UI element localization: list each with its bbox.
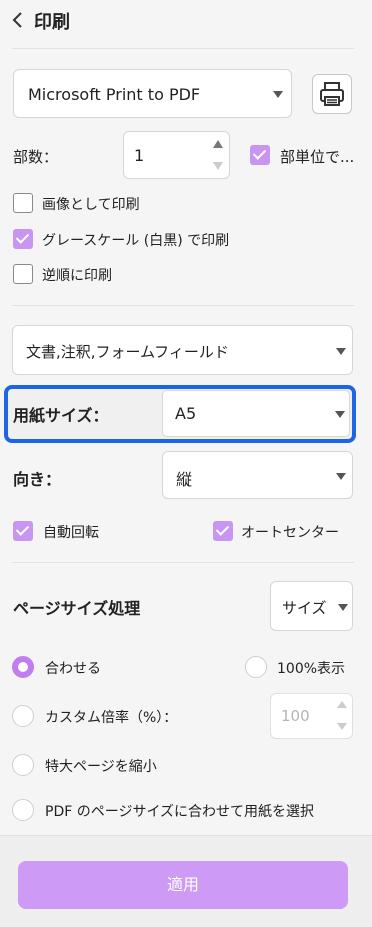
copies-stepper[interactable]: 1 xyxy=(123,131,230,179)
apply-button-label: 適用 xyxy=(166,875,199,894)
collate-checkbox[interactable] xyxy=(250,145,270,165)
collate-label: 部単位で... xyxy=(280,148,355,166)
printer-select-value: Microsoft Print to PDF xyxy=(28,85,201,104)
copies-label: 部数： xyxy=(13,148,59,166)
choose-paper-by-pdf-label: PDF のページサイズに合わせて用紙を選択 xyxy=(45,804,315,820)
shrink-oversized-radio[interactable] xyxy=(12,754,34,776)
page-sizing-title: ページサイズ処理 xyxy=(13,599,141,618)
custom-scale-input[interactable]: 100 xyxy=(270,693,353,739)
stepper-down-icon[interactable] xyxy=(337,723,347,730)
print-as-image-label: 画像として印刷 xyxy=(42,197,140,213)
chevron-left-icon xyxy=(12,12,22,28)
grayscale-label: グレースケール (白黒) で印刷 xyxy=(42,233,230,249)
paper-size-select[interactable]: A5 xyxy=(162,390,350,437)
content-select[interactable]: 文書,注釈,フォームフィールド xyxy=(12,325,353,375)
printer-properties-button[interactable] xyxy=(312,74,352,114)
orientation-label: 向き： xyxy=(13,470,62,489)
apply-button[interactable]: 適用 xyxy=(18,861,348,909)
print-as-image-checkbox[interactable] xyxy=(13,193,33,213)
fit-radio[interactable] xyxy=(12,656,34,678)
actual-size-radio[interactable] xyxy=(245,656,267,678)
custom-scale-placeholder: 100 xyxy=(281,707,310,725)
stepper-up-icon[interactable] xyxy=(337,701,347,708)
printer-select[interactable]: Microsoft Print to PDF xyxy=(13,69,292,118)
page-sizing-mode-value: サイズ xyxy=(282,599,327,617)
divider xyxy=(12,562,354,563)
actual-size-label: 100%表示 xyxy=(277,661,346,677)
chevron-down-icon xyxy=(273,91,283,98)
custom-scale-label: カスタム倍率（%）： xyxy=(45,710,178,726)
back-button[interactable] xyxy=(8,10,28,30)
stepper-down-icon[interactable] xyxy=(213,162,223,170)
auto-center-checkbox[interactable] xyxy=(213,521,233,541)
reverse-order-label: 逆順に印刷 xyxy=(42,268,112,284)
chevron-down-icon xyxy=(336,473,346,480)
paper-size-value: A5 xyxy=(175,404,197,423)
orientation-value: 縦 xyxy=(176,470,193,489)
stepper-up-icon[interactable] xyxy=(213,140,223,148)
fit-label: 合わせる xyxy=(45,661,101,677)
reverse-order-checkbox[interactable] xyxy=(13,264,33,284)
auto-rotate-checkbox[interactable] xyxy=(13,521,33,541)
orientation-select[interactable]: 縦 xyxy=(162,451,353,499)
chevron-down-icon xyxy=(338,604,348,611)
page-title: 印刷 xyxy=(34,12,70,33)
divider xyxy=(12,305,354,306)
auto-rotate-label: 自動回転 xyxy=(43,525,99,541)
copies-value: 1 xyxy=(134,146,145,165)
custom-scale-radio[interactable] xyxy=(12,705,34,727)
shrink-oversized-label: 特大ページを縮小 xyxy=(45,759,157,775)
content-select-value: 文書,注釈,フォームフィールド xyxy=(26,343,229,361)
chevron-down-icon xyxy=(335,411,345,418)
choose-paper-by-pdf-radio[interactable] xyxy=(12,799,34,821)
chevron-down-icon xyxy=(336,348,346,355)
auto-center-label: オートセンター xyxy=(241,525,339,541)
paper-size-label: 用紙サイズ： xyxy=(13,406,109,425)
grayscale-checkbox[interactable] xyxy=(13,229,33,249)
divider xyxy=(12,48,354,49)
page-sizing-mode-select[interactable]: サイズ xyxy=(270,581,353,631)
printer-icon xyxy=(320,82,344,106)
